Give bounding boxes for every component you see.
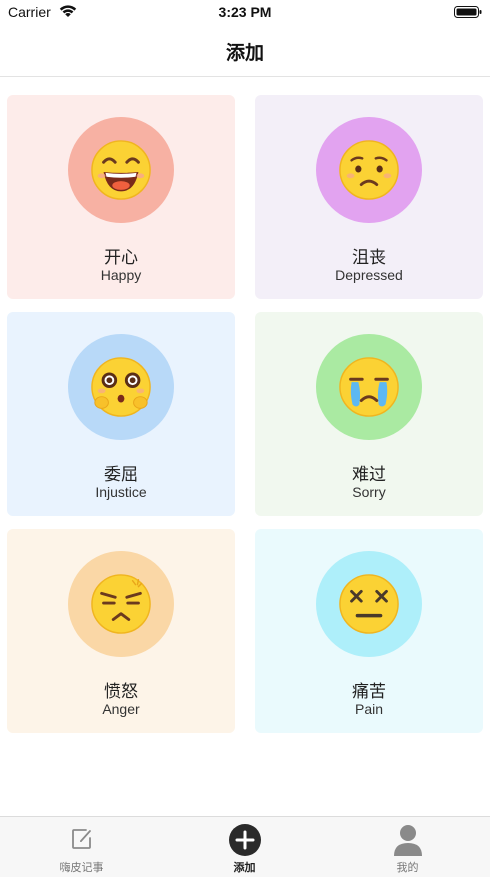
mood-name-cn: 沮丧 [352, 248, 386, 268]
user-icon [393, 825, 422, 856]
mood-icon-circle [68, 334, 174, 440]
mood-name-en: Happy [100, 267, 142, 283]
mood-name-en: Anger [102, 701, 140, 717]
edit-note-icon [71, 829, 91, 849]
crying-face-icon [339, 357, 399, 417]
tab-diary[interactable]: 嗨皮记事 [0, 817, 163, 877]
status-time: 3:23 PM [218, 4, 272, 20]
tab-label: 嗨皮记事 [59, 861, 104, 874]
injustice-face-icon [91, 357, 151, 417]
mood-name-en: Injustice [95, 484, 147, 500]
mood-card-injustice[interactable]: 委屈 Injustice [7, 312, 235, 516]
add-circle-icon [228, 824, 261, 856]
happy-face-icon [91, 140, 151, 200]
mood-name-en: Sorry [352, 484, 386, 500]
depressed-face-icon [339, 140, 399, 200]
status-bar: Carrier 3:23 PM [0, 0, 490, 26]
tab-label: 我的 [396, 861, 419, 874]
battery-icon [454, 6, 482, 18]
mood-icon-circle [316, 117, 422, 223]
mood-name-cn: 委屈 [104, 465, 138, 485]
mood-icon-circle [68, 117, 174, 223]
mood-card-happy[interactable]: 开心 Happy [7, 95, 235, 299]
mood-icon-circle [68, 551, 174, 657]
angry-face-icon [91, 574, 151, 634]
mood-icon-circle [316, 334, 422, 440]
tab-label: 添加 [233, 861, 256, 874]
mood-name-cn: 难过 [352, 465, 386, 485]
navigation-bar: 添加 [0, 26, 490, 77]
mood-name-cn: 开心 [104, 248, 138, 268]
mood-card-pain[interactable]: 痛苦 Pain [255, 529, 483, 733]
mood-name-cn: 愤怒 [104, 682, 138, 702]
mood-card-anger[interactable]: 愤怒 Anger [7, 529, 235, 733]
tab-bar: 嗨皮记事 添加 我的 [0, 816, 490, 877]
tab-add[interactable]: 添加 [163, 817, 326, 877]
page-title: 添加 [225, 42, 264, 64]
mood-card-depressed[interactable]: 沮丧 Depressed [255, 95, 483, 299]
mood-icon-circle [316, 551, 422, 657]
mood-name-en: Depressed [335, 267, 403, 283]
tab-profile[interactable]: 我的 [326, 817, 489, 877]
mood-name-cn: 痛苦 [352, 682, 386, 702]
mood-name-en: Pain [354, 701, 384, 717]
mood-card-sorry[interactable]: 难过 Sorry [255, 312, 483, 516]
pain-face-icon [339, 574, 399, 634]
